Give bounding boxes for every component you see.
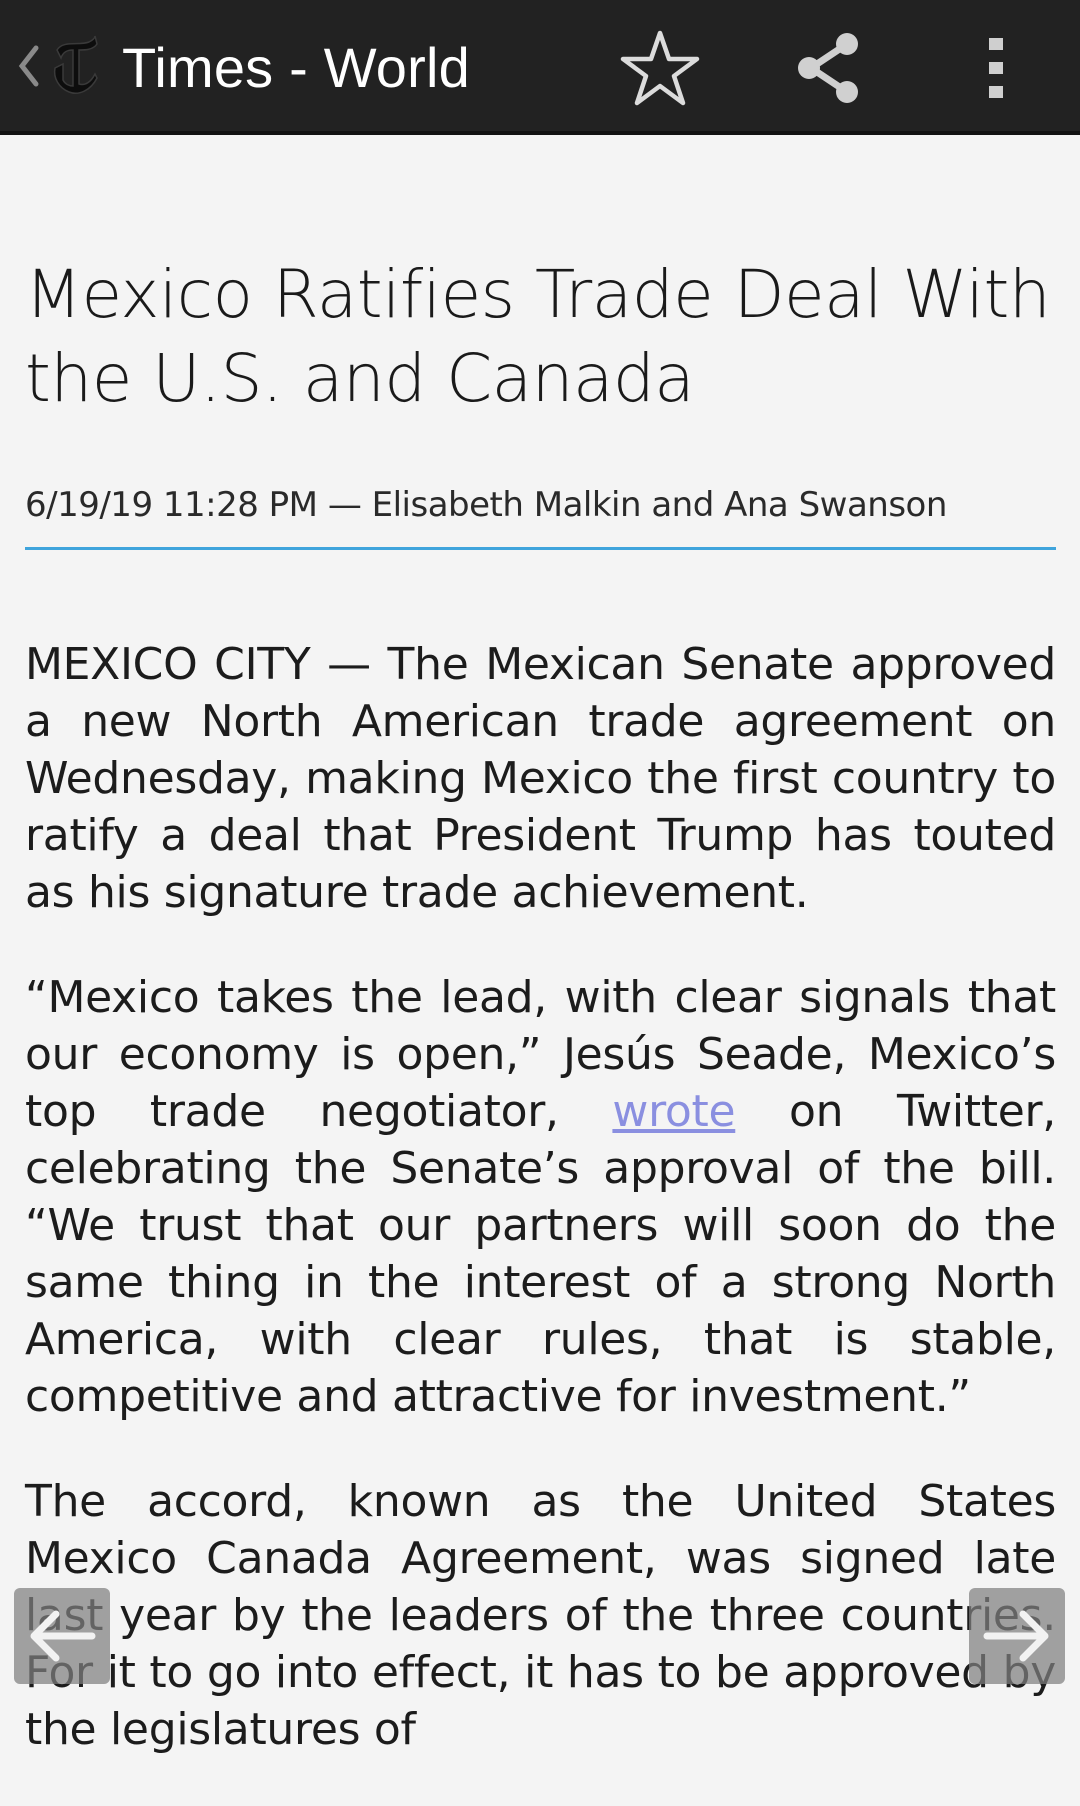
next-article-button[interactable]	[969, 1588, 1065, 1684]
more-vert-icon[interactable]	[948, 20, 1044, 116]
paragraph: MEXICO CITY — The Mexican Senate approve…	[25, 639, 1056, 918]
share-icon[interactable]	[780, 20, 876, 116]
arrow-right-icon	[983, 1610, 1049, 1662]
paragraph: The accord, known as the United States M…	[25, 1476, 1056, 1755]
app-bar: Times - World	[0, 0, 1080, 135]
star-icon[interactable]	[612, 20, 708, 116]
article: Mexico Ratifies Trade Deal With the U.S.…	[25, 135, 1056, 1806]
nyt-logo-icon[interactable]	[48, 30, 100, 100]
paragraph: “Mexico takes the lead, with clear signa…	[25, 969, 1056, 1425]
app-title: Times - World	[122, 36, 470, 99]
article-headline: Mexico Ratifies Trade Deal With the U.S.…	[25, 256, 1051, 417]
article-meta: 6/19/19 11:28 PM — Elisabeth Malkin and …	[25, 485, 1056, 550]
previous-article-button[interactable]	[14, 1588, 110, 1684]
article-body: MEXICO CITY — The Mexican Senate approve…	[25, 636, 1056, 1758]
back-chevron-icon[interactable]	[8, 40, 48, 92]
arrow-left-icon	[30, 1610, 96, 1662]
wrote-link[interactable]: wrote	[612, 1086, 735, 1137]
